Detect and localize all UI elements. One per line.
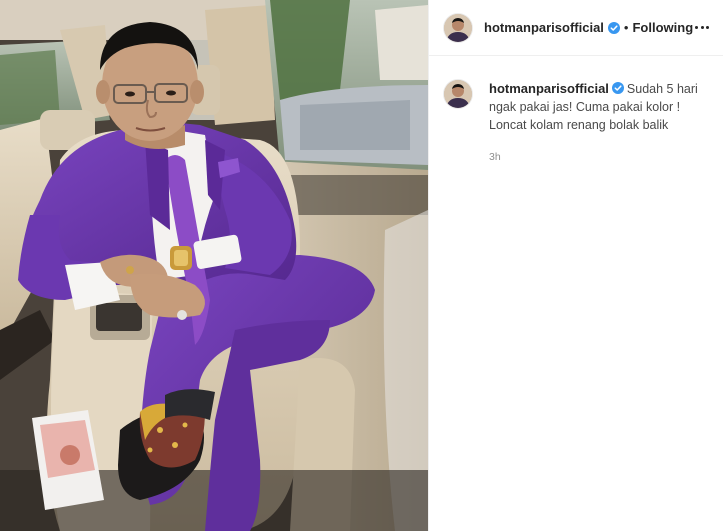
following-button[interactable]: Following bbox=[632, 20, 693, 35]
more-dot bbox=[694, 26, 698, 29]
post-side-panel: hotmanparisofficial • Following hotmanpa… bbox=[428, 0, 723, 531]
more-dot bbox=[706, 26, 710, 29]
separator-dot: • bbox=[623, 20, 629, 35]
caption-body: hotmanparisofficial Sudah 5 hari ngak pak… bbox=[489, 80, 709, 166]
instagram-post: hotmanparisofficial • Following hotmanpa… bbox=[0, 0, 723, 531]
caption-comment: hotmanparisofficial Sudah 5 hari ngak pak… bbox=[429, 56, 723, 166]
photo-illustration bbox=[0, 0, 428, 531]
verified-badge-icon bbox=[611, 82, 624, 94]
caption-text-block: hotmanparisofficial Sudah 5 hari ngak pak… bbox=[489, 80, 709, 134]
caption-username[interactable]: hotmanparisofficial bbox=[489, 81, 609, 96]
more-options-icon[interactable] bbox=[693, 17, 711, 39]
profile-avatar[interactable] bbox=[444, 13, 472, 42]
more-dot bbox=[700, 26, 704, 29]
avatar-image bbox=[444, 13, 472, 42]
verified-badge-icon bbox=[607, 21, 620, 34]
post-header: hotmanparisofficial • Following bbox=[429, 0, 723, 56]
avatar-image bbox=[444, 80, 472, 108]
post-photo[interactable] bbox=[0, 0, 428, 531]
post-timestamp[interactable]: 3h bbox=[489, 148, 709, 166]
author-username[interactable]: hotmanparisofficial bbox=[484, 20, 604, 35]
caption-avatar[interactable] bbox=[444, 80, 472, 108]
